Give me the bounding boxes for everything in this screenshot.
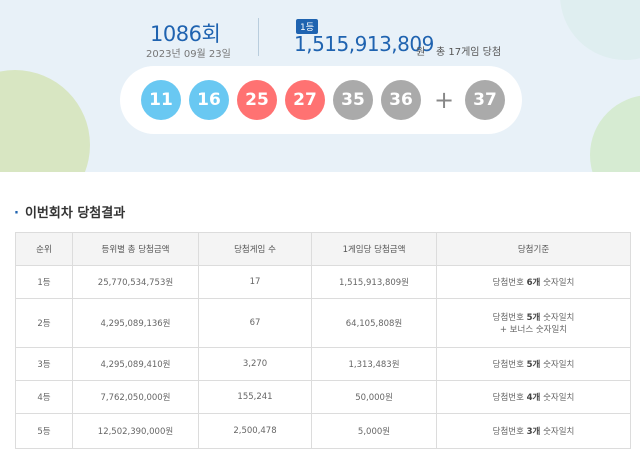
number-ball: 16 [189,80,229,120]
cell-criteria: 당첨번호 6개 숫자일치 [436,265,631,299]
cell-rank: 3등 [15,347,73,381]
criteria-suffix: 숫자일치 [543,313,575,323]
cell-rank: 2등 [15,298,73,348]
cell-per-game: 1,515,913,809원 [311,265,437,299]
section-title-text: 이번회차 당첨결과 [24,206,126,221]
cell-games: 17 [198,265,312,299]
criteria-bonus: + 보너스 숫자일치 [499,325,568,335]
table-row: 2등 4,295,089,136원 67 64,105,808원 당첨번호 5개 숫자일… [15,298,631,348]
criteria-count: 5개 [526,360,541,370]
cell-total: 12,502,390,000원 [72,413,199,449]
number-ball: 11 [141,80,181,120]
number-ball: 35 [333,80,373,120]
decor-circle [560,0,640,60]
draw-date: 2023년 09월 23일 [146,49,231,60]
col-per-game: 1게임당 당첨금액 [311,232,437,266]
cell-per-game: 64,105,808원 [311,298,437,348]
decor-circle [0,70,90,172]
col-rank: 순위 [15,232,73,266]
number-ball: 27 [285,80,325,120]
table-row: 5등 12,502,390,000원 2,500,478 5,000원 당첨번호 3개 … [15,413,631,449]
cell-games: 67 [198,298,312,348]
criteria-count: 6개 [526,278,541,288]
criteria-suffix: 숫자일치 [543,278,575,288]
results-table: 순위 등위별 총 당첨금액 당첨게임 수 1게임당 당첨금액 당첨기준 1등 25… [15,232,631,449]
number-ball: 25 [237,80,277,120]
bonus-ball: 37 [465,80,505,120]
criteria-suffix: 숫자일치 [543,393,575,403]
criteria-label: 당첨번호 [492,360,524,370]
cell-rank: 1등 [15,265,73,299]
criteria-label: 당첨번호 [492,313,524,323]
cell-per-game: 1,313,483원 [311,347,437,381]
cell-total: 4,295,089,410원 [72,347,199,381]
criteria-suffix: 숫자일치 [543,360,575,370]
cell-criteria: 당첨번호 4개 숫자일치 [436,380,631,414]
plus-icon: + [434,86,455,114]
cell-criteria: 당첨번호 5개 숫자일치 + 보너스 숫자일치 [436,298,631,348]
criteria-label: 당첨번호 [492,393,524,403]
first-prize-amount: 1,515,913,809 [294,32,434,56]
criteria-count: 5개 [526,313,541,323]
cell-per-game: 50,000원 [311,380,437,414]
col-games: 당첨게임 수 [198,232,312,266]
prize-unit: 원 [416,47,426,58]
cell-rank: 4등 [15,380,73,414]
criteria-count: 4개 [526,393,541,403]
cell-per-game: 5,000원 [311,413,437,449]
cell-total: 4,295,089,136원 [72,298,199,348]
table-header-row: 순위 등위별 총 당첨금액 당첨게임 수 1게임당 당첨금액 당첨기준 [15,232,631,266]
number-ball: 36 [381,80,421,120]
col-total: 등위별 총 당첨금액 [72,232,199,266]
cell-games: 2,500,478 [198,413,312,449]
table-row: 4등 7,762,050,000원 155,241 50,000원 당첨번호 4개 숫자… [15,380,631,414]
criteria-label: 당첨번호 [492,427,524,437]
cell-games: 155,241 [198,380,312,414]
cell-criteria: 당첨번호 5개 숫자일치 [436,347,631,381]
divider [258,18,259,56]
winners-count: 총 17게임 당첨 [436,47,502,58]
cell-criteria: 당첨번호 3개 숫자일치 [436,413,631,449]
cell-total: 25,770,534,753원 [72,265,199,299]
decor-circle [590,95,640,172]
section-title: · 이번회차 당첨결과 [14,202,125,221]
table-row: 3등 4,295,089,410원 3,270 1,313,483원 당첨번호 5개 숫… [15,347,631,381]
criteria-count: 3개 [526,427,541,437]
cell-total: 7,762,050,000원 [72,380,199,414]
criteria-suffix: 숫자일치 [543,427,575,437]
cell-rank: 5등 [15,413,73,449]
cell-games: 3,270 [198,347,312,381]
col-criteria: 당첨기준 [436,232,631,266]
draw-round: 1086회 [150,22,221,46]
table-row: 1등 25,770,534,753원 17 1,515,913,809원 당첨번호 6개… [15,265,631,299]
criteria-label: 당첨번호 [492,278,524,288]
bullet-icon: · [14,206,19,221]
